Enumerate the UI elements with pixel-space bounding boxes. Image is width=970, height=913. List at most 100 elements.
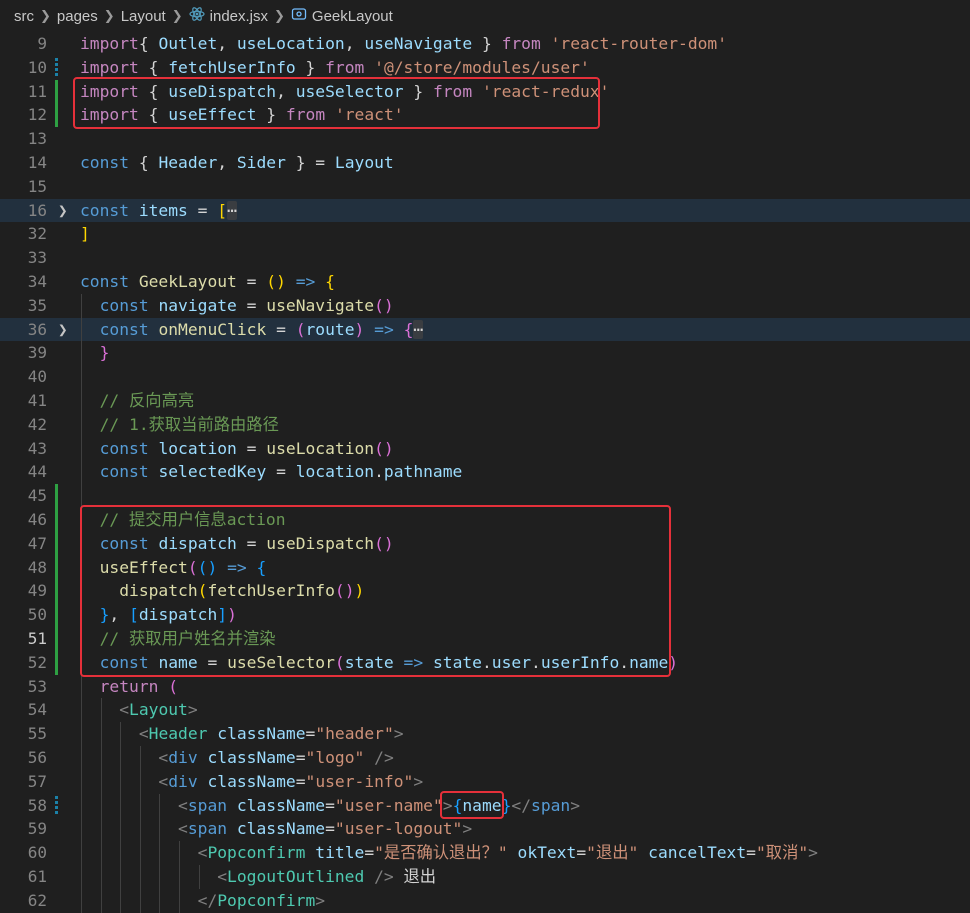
code-token: = [187, 200, 218, 220]
code-text[interactable]: <LogoutOutlined /> 退出 [80, 865, 436, 889]
code-line[interactable]: 9 import{ Outlet, useLocation, useNavigat… [0, 32, 970, 56]
code-text[interactable]: <div className="user-info"> [80, 770, 423, 794]
code-token: = [266, 319, 296, 339]
fold-chevron-icon[interactable]: ❯ [58, 199, 68, 223]
git-added-gutter-indicator[interactable] [55, 603, 58, 627]
code-text[interactable]: <Header className="header"> [80, 722, 404, 746]
code-line[interactable]: 41 // 反向高亮 [0, 389, 970, 413]
code-text[interactable]: <Layout> [80, 698, 198, 722]
code-line[interactable]: 59 <span className="user-logout"> [0, 817, 970, 841]
code-token: className [236, 795, 326, 815]
code-text[interactable]: const location = useLocation() [80, 437, 394, 461]
code-token: = [746, 843, 756, 863]
code-token: ) [354, 319, 365, 339]
code-line[interactable]: 40 [0, 365, 970, 389]
code-line[interactable]: 34 const GeekLayout = () => { [0, 270, 970, 294]
code-token: > [187, 700, 198, 720]
code-line[interactable]: 35 const navigate = useNavigate() [0, 294, 970, 318]
code-token: Header [148, 724, 208, 744]
breadcrumb-layout[interactable]: Layout [121, 8, 166, 25]
code-token: } [472, 34, 502, 53]
code-token: = [236, 295, 267, 315]
git-modified-gutter-indicator[interactable] [55, 795, 58, 816]
code-text[interactable]: const items = [⋯ [80, 199, 237, 223]
code-text[interactable]: <Popconfirm title="是否确认退出？" okText="退出" … [80, 841, 818, 865]
git-added-gutter-indicator[interactable] [55, 650, 58, 675]
code-text[interactable]: const onMenuClick = (route) => {⋯ [80, 318, 424, 342]
code-token: < [217, 867, 228, 886]
fold-chevron-icon[interactable]: ❯ [58, 318, 68, 342]
code-line[interactable]: 55 <Header className="header"> [0, 722, 970, 746]
code-line[interactable]: 33 [0, 246, 970, 270]
code-line[interactable]: 44 const selectedKey = location.pathname [0, 460, 970, 484]
code-line[interactable]: 39 } [0, 341, 970, 365]
line-number: 55 [27, 724, 47, 744]
git-added-gutter-indicator[interactable] [55, 103, 58, 128]
code-token: route [305, 319, 355, 339]
code-line[interactable]: 36 ❯ const onMenuClick = (route) => {⋯ [0, 317, 970, 342]
code-text[interactable]: </Popconfirm> [80, 889, 325, 913]
breadcrumb-symbol[interactable]: GeekLayout [312, 8, 393, 25]
code-text[interactable]: } [80, 341, 110, 365]
breadcrumb-file[interactable]: index.jsx [210, 8, 268, 25]
code-text[interactable]: // 1.获取当前路由路径 [80, 413, 279, 437]
code-line[interactable]: 53 return ( [0, 675, 970, 699]
code-text[interactable]: <span className="user-name">{name}</span… [80, 794, 580, 818]
line-number: 56 [27, 748, 47, 767]
code-token: { [129, 153, 159, 172]
code-line[interactable]: 61 <LogoutOutlined /> 退出 [0, 865, 970, 889]
code-token: pathname [383, 462, 463, 482]
code-line[interactable]: 43 const location = useLocation() [0, 437, 970, 461]
git-added-gutter-indicator[interactable] [55, 79, 58, 104]
breadcrumb-src[interactable]: src [14, 8, 34, 25]
code-text[interactable]: const { Header, Sider } = Layout [80, 151, 394, 175]
code-line[interactable]: 60 <Popconfirm title="是否确认退出？" okText="退… [0, 841, 970, 865]
code-token: /> [374, 748, 394, 767]
code-line[interactable]: 14 const { Header, Sider } = Layout [0, 151, 970, 175]
git-added-gutter-indicator[interactable] [55, 484, 58, 508]
code-line[interactable]: 42 // 1.获取当前路由路径 [0, 413, 970, 437]
line-number: 14 [27, 153, 47, 172]
code-line[interactable]: 15 [0, 175, 970, 199]
code-text[interactable]: const selectedKey = location.pathname [80, 460, 463, 484]
code-line[interactable]: 13 [0, 127, 970, 151]
git-added-gutter-indicator[interactable] [55, 508, 58, 532]
code-line[interactable]: 54 <Layout> [0, 698, 970, 722]
code-line[interactable]: 32] [0, 222, 970, 246]
code-line[interactable]: 62 </Popconfirm> [0, 889, 970, 913]
git-added-gutter-indicator[interactable] [55, 579, 58, 604]
code-text[interactable]: import{ Outlet, useLocation, useNavigate… [80, 32, 727, 56]
code-token: div [168, 748, 198, 767]
code-token: from [501, 34, 541, 53]
code-token: () [374, 438, 394, 458]
breadcrumb-pages[interactable]: pages [57, 8, 98, 25]
code-line[interactable]: 16 ❯ const items = [⋯ [0, 198, 970, 223]
git-added-gutter-indicator[interactable] [55, 555, 58, 580]
code-token: items [138, 200, 188, 220]
code-text[interactable]: const navigate = useNavigate() [80, 294, 394, 318]
code-text[interactable]: // 反向高亮 [80, 389, 195, 413]
code-token: // 1.获取当前路由路径 [99, 414, 279, 434]
git-modified-gutter-indicator[interactable] [55, 57, 58, 78]
git-added-gutter-indicator[interactable] [55, 531, 58, 556]
code-editor[interactable]: 9 import{ Outlet, useLocation, useNavigat… [0, 32, 970, 913]
line-number: 59 [27, 819, 47, 839]
code-text[interactable]: const GeekLayout = () => { [80, 270, 335, 294]
git-added-gutter-indicator[interactable] [55, 627, 58, 651]
code-text[interactable]: <div className="logo" /> [80, 746, 394, 770]
line-number: 53 [27, 676, 47, 696]
folded-ellipsis-icon: ⋯ [227, 200, 237, 220]
code-text[interactable]: return ( [80, 675, 178, 699]
code-line[interactable]: 56 <div className="logo" /> [0, 746, 970, 770]
code-text[interactable]: ] [80, 222, 90, 246]
